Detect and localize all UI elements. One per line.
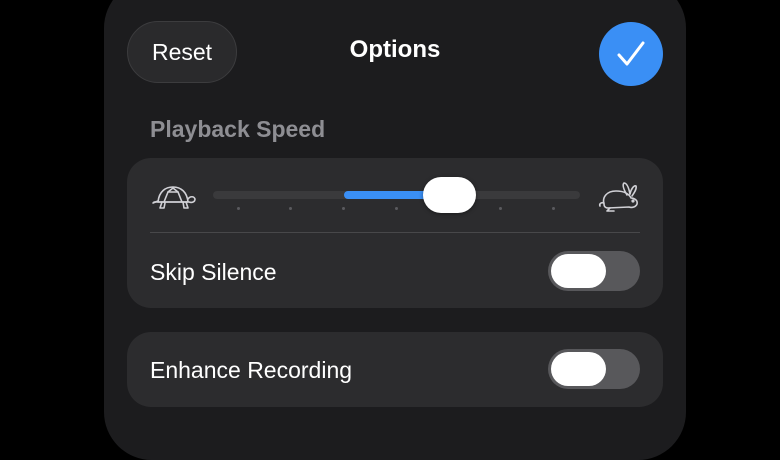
speed-tick [237, 207, 240, 210]
skip-silence-label: Skip Silence [150, 259, 277, 285]
page-title: Options [349, 36, 441, 63]
reset-button[interactable]: Reset [127, 21, 237, 83]
speed-slider-thumb[interactable] [423, 177, 476, 213]
turtle-icon [152, 186, 196, 209]
enhance-recording-toggle[interactable] [548, 349, 640, 389]
enhance-recording-label: Enhance Recording [150, 357, 353, 383]
section-title-playback-speed: Playback Speed [150, 116, 326, 142]
skip-silence-toggle[interactable] [548, 251, 640, 291]
speed-tick [499, 207, 502, 210]
speed-tick [342, 207, 345, 210]
checkmark-icon [617, 41, 645, 66]
divider [150, 232, 640, 233]
toggle-knob [551, 352, 606, 386]
done-button[interactable] [599, 22, 663, 86]
rabbit-icon [598, 182, 638, 212]
speed-tick [289, 207, 292, 210]
speed-tick [552, 207, 555, 210]
toggle-knob [551, 254, 606, 288]
speed-tick [395, 207, 398, 210]
